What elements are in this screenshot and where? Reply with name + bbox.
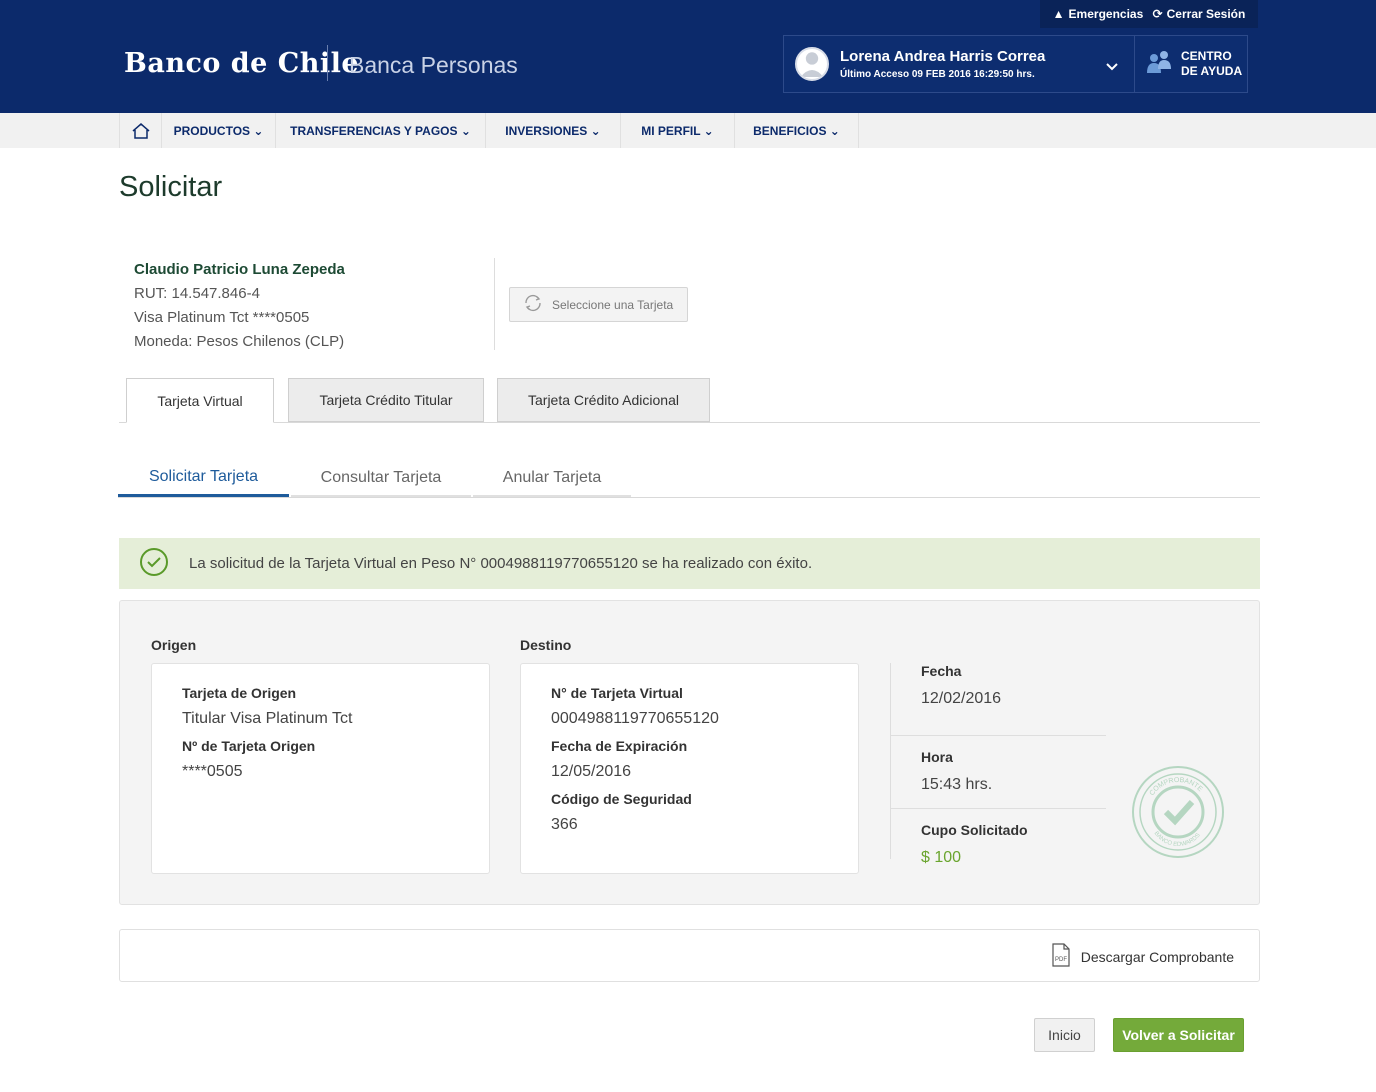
client-info: Claudio Patricio Luna Zepeda RUT: 14.547… [134, 258, 345, 354]
nav-mi-perfil[interactable]: MI PERFIL ⌄ [620, 113, 734, 148]
origen-field1-value: Titular Visa Platinum Tct [182, 710, 353, 727]
bank-logo[interactable]: Banco de Chile [124, 48, 359, 79]
sublogo: Banca Personas [349, 52, 518, 78]
tab-tarjeta-virtual[interactable]: Tarjeta Virtual [126, 378, 274, 423]
cupo-item: Cupo Solicitado $ 100 [891, 809, 1106, 882]
pdf-icon-text: PDF [1055, 957, 1067, 963]
select-card-button[interactable]: Seleccione una Tarjeta [509, 287, 688, 322]
destino-field2-label: Fecha de Expiración [551, 738, 688, 754]
nav-productos[interactable]: PRODUCTOS ⌄ [161, 113, 275, 148]
pdf-icon: PDF [1051, 943, 1071, 970]
client-rut: RUT: 14.547.846-4 [134, 285, 260, 302]
fecha-label: Fecha [921, 663, 962, 679]
refresh-icon [522, 294, 544, 315]
user-menu[interactable]: Lorena Andrea Harris Correa Último Acces… [783, 35, 1135, 93]
tab-tarjeta-credito-adicional[interactable]: Tarjeta Crédito Adicional [497, 378, 710, 422]
success-message: La solicitud de la Tarjeta Virtual en Pe… [189, 555, 813, 572]
origen-card: Tarjeta de Origen Titular Visa Platinum … [151, 663, 490, 874]
download-receipt-button[interactable]: PDF Descargar Comprobante [1051, 943, 1234, 970]
hora-value: 15:43 hrs. [921, 776, 993, 793]
origen-field2-value: ****0505 [182, 763, 243, 780]
logout-label: Cerrar Sesión [1166, 7, 1246, 21]
warning-icon: ▲ [1052, 7, 1065, 21]
cupo-value: $ 100 [921, 849, 962, 866]
client-name: Claudio Patricio Luna Zepeda [134, 261, 345, 278]
select-card-label: Seleccione una Tarjeta [552, 297, 674, 312]
hora-label: Hora [921, 749, 953, 765]
top-links: ▲ Emergencias ⟳ Cerrar Sesión [1040, 0, 1258, 28]
help-label-1: CENTRO [1181, 49, 1232, 63]
fecha-value: 12/02/2016 [921, 690, 1002, 707]
divider [494, 258, 495, 350]
user-name: Lorena Andrea Harris Correa [840, 48, 1046, 65]
summary-column: Fecha 12/02/2016 Hora 15:43 hrs. Cupo So… [890, 663, 1106, 866]
logout-link[interactable]: ⟳ Cerrar Sesión [1153, 7, 1246, 21]
home-icon[interactable] [119, 113, 161, 148]
action-tabs: Solicitar Tarjeta Consultar Tarjeta Anul… [118, 460, 1260, 498]
origen-heading: Origen [151, 637, 197, 653]
check-circle-icon [139, 547, 169, 581]
header: ▲ Emergencias ⟳ Cerrar Sesión Banco de C… [0, 0, 1376, 113]
destino-field3-label: Código de Seguridad [551, 791, 692, 807]
chevron-down-icon[interactable] [1106, 58, 1118, 74]
destino-field1-label: N° de Tarjeta Virtual [551, 685, 683, 701]
card-type-tabs: Tarjeta Virtual Tarjeta Crédito Titular … [119, 378, 1260, 423]
tab-anular-tarjeta[interactable]: Anular Tarjeta [473, 460, 631, 497]
emergencias-label: Emergencias [1068, 7, 1144, 21]
avatar [795, 47, 829, 81]
destino-card: N° de Tarjeta Virtual 000498811977065512… [520, 663, 859, 874]
success-alert: La solicitud de la Tarjeta Virtual en Pe… [119, 538, 1260, 589]
comprobante-stamp-icon: COMPROBANTE BANCO EDWARDS [1130, 764, 1226, 860]
inicio-button[interactable]: Inicio [1034, 1018, 1095, 1052]
origen-field1-label: Tarjeta de Origen [182, 685, 297, 701]
destino-field2-value: 12/05/2016 [551, 763, 632, 780]
hora-item: Hora 15:43 hrs. [891, 736, 1106, 809]
receipt-panel: Origen Destino Tarjeta de Origen Titular… [119, 600, 1260, 905]
logout-icon: ⟳ [1152, 7, 1163, 21]
page-title: Solicitar [119, 171, 223, 203]
destino-field3-value: 366 [551, 816, 578, 833]
main-nav: PRODUCTOS ⌄ TRANSFERENCIAS Y PAGOS ⌄ INV… [0, 113, 1376, 148]
fecha-item: Fecha 12/02/2016 [891, 663, 1106, 736]
emergencias-link[interactable]: ▲ Emergencias [1053, 7, 1144, 21]
origen-field2-label: Nº de Tarjeta Origen [182, 738, 316, 754]
download-bar: PDF Descargar Comprobante [119, 929, 1260, 982]
help-label-2: DE AYUDA [1181, 64, 1243, 78]
client-card: Visa Platinum Tct ****0505 [134, 309, 310, 326]
nav-beneficios[interactable]: BENEFICIOS ⌄ [734, 113, 859, 148]
download-label: Descargar Comprobante [1080, 948, 1234, 965]
tab-solicitar-tarjeta[interactable]: Solicitar Tarjeta [118, 460, 289, 497]
people-icon [1145, 49, 1173, 80]
nav-inversiones[interactable]: INVERSIONES ⌄ [485, 113, 620, 148]
destino-field1-value: 0004988119770655120 [551, 710, 719, 727]
volver-solicitar-button[interactable]: Volver a Solicitar [1113, 1018, 1244, 1052]
nav-transferencias[interactable]: TRANSFERENCIAS Y PAGOS ⌄ [275, 113, 485, 148]
logo-divider [327, 45, 328, 81]
help-center-button[interactable]: CENTRO DE AYUDA [1134, 35, 1248, 93]
user-last-access: Último Acceso 09 FEB 2016 16:29:50 hrs. [840, 69, 1035, 80]
destino-heading: Destino [520, 637, 572, 653]
client-currency: Moneda: Pesos Chilenos (CLP) [134, 333, 345, 350]
tab-tarjeta-credito-titular[interactable]: Tarjeta Crédito Titular [288, 378, 484, 422]
cupo-label: Cupo Solicitado [921, 822, 1028, 838]
tab-consultar-tarjeta[interactable]: Consultar Tarjeta [291, 460, 471, 497]
